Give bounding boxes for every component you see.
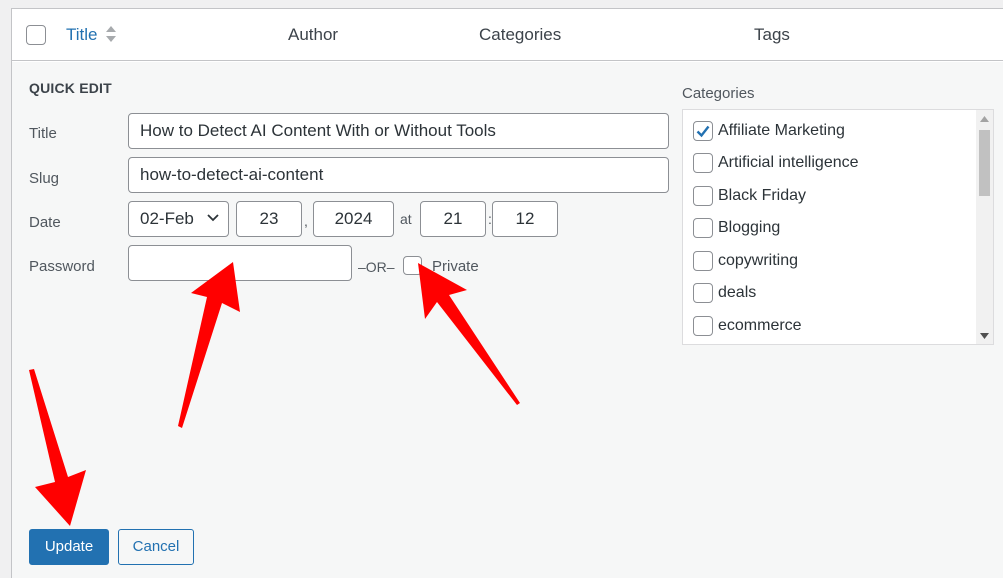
date-day-input[interactable]: 23 xyxy=(236,201,302,237)
column-categories: Categories xyxy=(479,25,562,44)
category-label: Black Friday xyxy=(718,187,807,204)
posts-table-panel: Title Author Categories Tags QUICK EDIT … xyxy=(11,8,1003,578)
date-month-value: 02-Feb xyxy=(140,209,194,228)
slug-label: Slug xyxy=(29,170,60,187)
password-input[interactable] xyxy=(128,245,352,281)
sort-icon[interactable] xyxy=(104,23,118,45)
category-label: ecommerce xyxy=(718,317,802,334)
column-author: Author xyxy=(288,25,339,44)
column-tags: Tags xyxy=(754,25,790,44)
date-year-input[interactable]: 2024 xyxy=(313,201,394,237)
category-label: Affiliate Marketing xyxy=(718,122,845,139)
category-checkbox[interactable] xyxy=(693,186,713,206)
categories-checklist[interactable]: Affiliate Marketing Artificial intellige… xyxy=(682,109,994,345)
date-hour-input[interactable]: 21 xyxy=(420,201,486,237)
scroll-thumb[interactable] xyxy=(979,130,990,196)
category-label: Artificial intelligence xyxy=(718,154,859,171)
category-checkbox[interactable] xyxy=(693,316,713,336)
date-month-select[interactable]: 02-Feb xyxy=(128,201,229,237)
category-checkbox[interactable] xyxy=(693,283,713,303)
date-comma: , xyxy=(304,213,308,229)
scroll-down-icon[interactable] xyxy=(980,333,989,339)
password-label: Password xyxy=(29,258,95,275)
update-button[interactable]: Update xyxy=(29,529,109,565)
slug-input[interactable]: how-to-detect-ai-content xyxy=(128,157,669,193)
table-header-row: Title Author Categories Tags xyxy=(12,9,1003,61)
cancel-button[interactable]: Cancel xyxy=(118,529,194,565)
date-label: Date xyxy=(29,214,61,231)
category-checkbox[interactable] xyxy=(693,218,713,238)
private-label[interactable]: Private xyxy=(432,258,479,275)
title-label: Title xyxy=(29,125,57,142)
private-checkbox[interactable] xyxy=(403,256,422,275)
categories-heading: Categories xyxy=(682,85,755,102)
category-label: Blogging xyxy=(718,219,781,236)
category-label: copywriting xyxy=(718,252,799,269)
quick-edit-form: QUICK EDIT Title How to Detect AI Conten… xyxy=(12,62,1003,578)
date-minute-input[interactable]: 12 xyxy=(492,201,558,237)
category-label: deals xyxy=(718,284,757,301)
quick-edit-heading: QUICK EDIT xyxy=(29,80,112,96)
categories-scrollbar[interactable] xyxy=(976,110,993,344)
category-checkbox[interactable] xyxy=(693,251,713,271)
title-input[interactable]: How to Detect AI Content With or Without… xyxy=(128,113,669,149)
or-separator: –OR– xyxy=(358,259,395,275)
scroll-up-icon[interactable] xyxy=(980,116,989,122)
select-all-checkbox[interactable] xyxy=(26,25,46,45)
chevron-down-icon xyxy=(207,214,219,222)
column-title-sort-link[interactable]: Title xyxy=(66,25,98,45)
category-checkbox[interactable] xyxy=(693,153,713,173)
date-at-text: at xyxy=(400,211,412,227)
checkmark-icon xyxy=(696,125,710,138)
category-checkbox-checked[interactable] xyxy=(693,121,713,141)
